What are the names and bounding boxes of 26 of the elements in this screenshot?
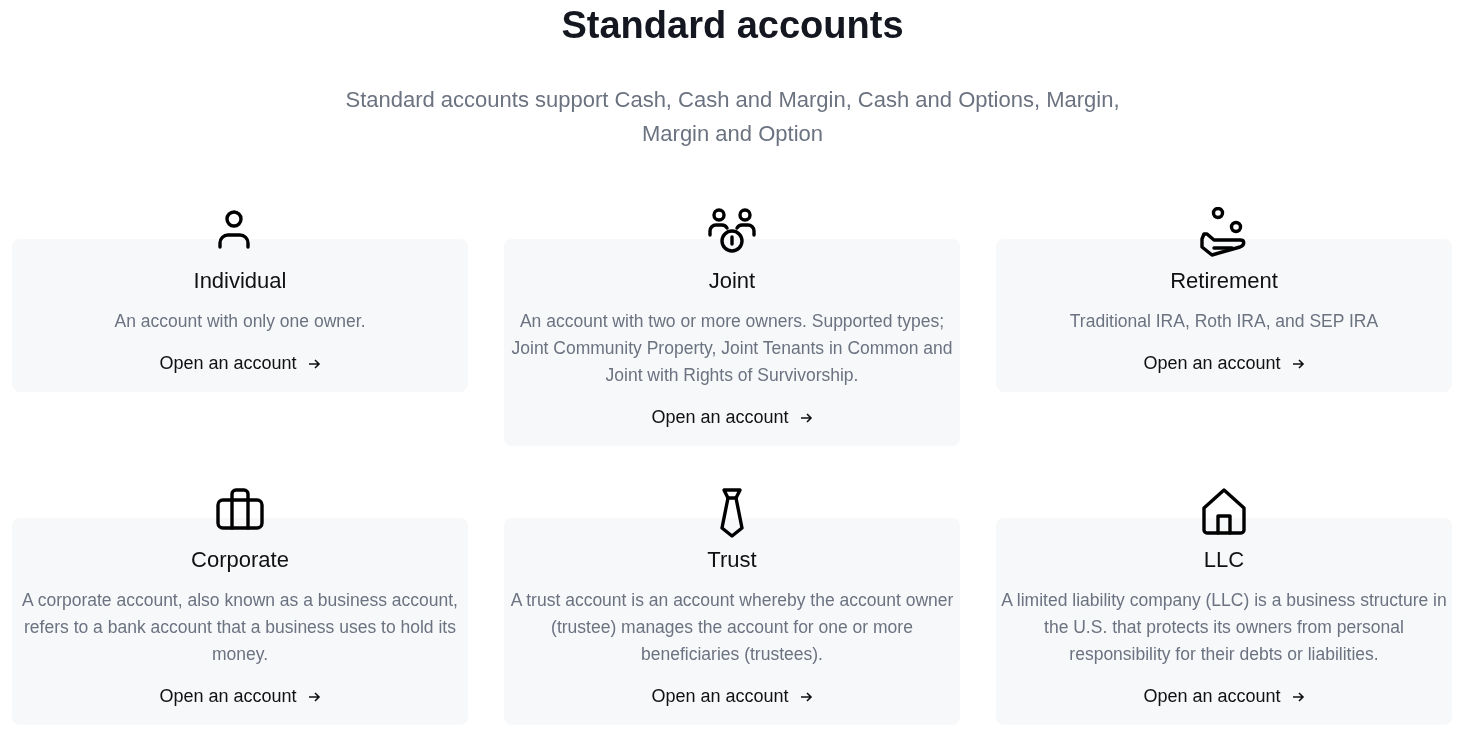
arrow-icon (306, 356, 321, 371)
open-account-link[interactable]: Open an account (651, 682, 813, 711)
card-title: LLC (1203, 547, 1245, 573)
open-account-link[interactable]: Open an account (159, 349, 321, 378)
arrow-icon (798, 410, 813, 425)
open-account-link[interactable]: Open an account (651, 403, 813, 432)
arrow-icon (1290, 689, 1305, 704)
card-description: A corporate account, also known as a business account, refers to a bank account that a business uses to hold its money. (21, 589, 459, 666)
card-title: Trust (707, 547, 757, 573)
card-description: Traditional IRA, Roth IRA, and SEP IRA (1069, 310, 1379, 333)
card-title: Retirement (1170, 268, 1278, 294)
card-title: Corporate (191, 547, 289, 573)
card-description: An account with only one owner. (114, 310, 366, 333)
card-description: An account with two or more owners. Supported types; Joint Community Property, Joint Tenants in Common and Joint with Rights of Survivorship. (510, 310, 954, 387)
card-title: Individual (193, 268, 287, 294)
open-account-link[interactable]: Open an account (1143, 682, 1305, 711)
open-account-link[interactable]: Open an account (1143, 349, 1305, 378)
card-title: Joint (708, 268, 756, 294)
card-description: A limited liability company (LLC) is a business structure in the U.S. that protects its owners from personal responsibility for their debts or liabilities. (1000, 589, 1448, 666)
open-account-link[interactable]: Open an account (159, 682, 321, 711)
arrow-icon (306, 689, 321, 704)
arrow-icon (1290, 356, 1305, 371)
card-description: A trust account is an account whereby the account owner (trustee) manages the account for one or more beneficiaries (trustees). (509, 589, 955, 666)
subtitle: Standard accounts support Cash, Cash and Margin, Cash and Options, Margin, Margin and Option (344, 86, 1121, 148)
arrow-icon (798, 689, 813, 704)
page-title: Standard accounts (560, 3, 905, 47)
